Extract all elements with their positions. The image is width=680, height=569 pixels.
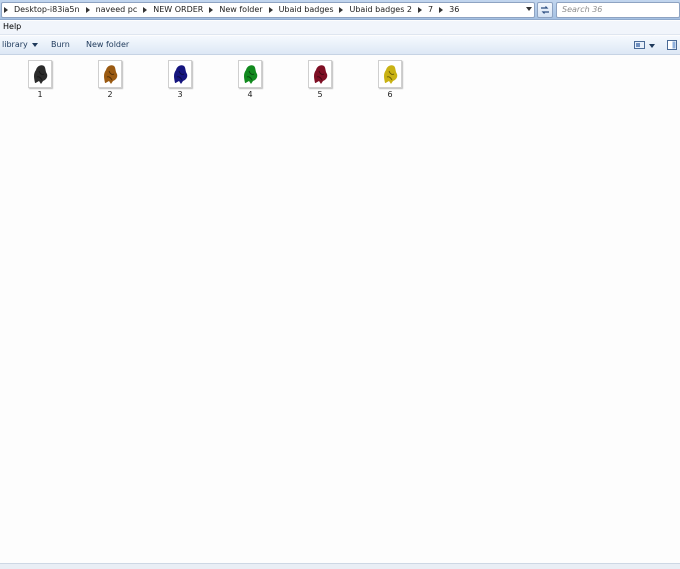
chevron-down-icon (31, 42, 38, 47)
breadcrumb-36[interactable]: 36 (445, 3, 463, 17)
search-input[interactable]: Search 36 (556, 2, 680, 18)
brown-badge-thumbnail-icon (104, 65, 118, 84)
badge-thumbnail (168, 60, 192, 88)
breadcrumb-chevron-icon[interactable] (337, 3, 345, 17)
file-name: 6 (387, 90, 393, 99)
breadcrumb-chevron-icon[interactable] (267, 3, 275, 17)
address-root-chevron-icon[interactable] (2, 3, 10, 17)
red-badge-thumbnail-icon (314, 65, 328, 84)
file-list[interactable]: 1 2 3 4 5 6 (0, 56, 680, 563)
command-bar: library Burn New folder (0, 36, 680, 55)
burn-button[interactable]: Burn (51, 40, 70, 49)
breadcrumb-ubaid-badges[interactable]: Ubaid badges (275, 3, 338, 17)
file-name: 5 (317, 90, 323, 99)
breadcrumb-chevron-icon[interactable] (84, 3, 92, 17)
address-history-dropdown-icon[interactable] (526, 7, 532, 11)
library-label: library (2, 40, 28, 49)
file-name: 4 (247, 90, 253, 99)
badge-thumbnail (98, 60, 122, 88)
refresh-icon (541, 6, 549, 14)
file-item[interactable]: 3 (160, 60, 200, 104)
breadcrumb-chevron-icon[interactable] (437, 3, 445, 17)
library-button[interactable]: library (2, 40, 38, 49)
badge-thumbnail (28, 60, 52, 88)
breadcrumb-naveed-pc[interactable]: naveed pc (92, 3, 142, 17)
breadcrumb-new-folder[interactable]: New folder (215, 3, 266, 17)
breadcrumb-chevron-icon[interactable] (416, 3, 424, 17)
badge-thumbnail (238, 60, 262, 88)
file-item[interactable]: 1 (20, 60, 60, 104)
breadcrumb-chevron-icon[interactable] (141, 3, 149, 17)
breadcrumb-new-order[interactable]: NEW ORDER (149, 3, 207, 17)
file-name: 3 (177, 90, 183, 99)
breadcrumb-chevron-icon[interactable] (207, 3, 215, 17)
change-view-icon[interactable] (634, 41, 645, 49)
green-badge-thumbnail-icon (244, 65, 258, 84)
file-item[interactable]: 2 (90, 60, 130, 104)
new-folder-button[interactable]: New folder (86, 40, 129, 49)
address-toolbar: Desktop-i83ia5n naveed pc NEW ORDER New … (0, 0, 680, 20)
yellow-badge-thumbnail-icon (384, 65, 398, 84)
file-item[interactable]: 5 (300, 60, 340, 104)
badge-thumbnail (308, 60, 332, 88)
breadcrumb-7[interactable]: 7 (424, 3, 437, 17)
refresh-button[interactable] (537, 2, 553, 18)
breadcrumb-ubaid-badges-2[interactable]: Ubaid badges 2 (345, 3, 416, 17)
address-bar[interactable]: Desktop-i83ia5n naveed pc NEW ORDER New … (1, 2, 535, 18)
view-options-chevron-icon[interactable] (649, 44, 655, 48)
breadcrumb-desktop[interactable]: Desktop-i83ia5n (10, 3, 84, 17)
black-badge-thumbnail-icon (34, 65, 48, 84)
file-name: 2 (107, 90, 113, 99)
menu-bar: Help (0, 21, 680, 35)
menu-help[interactable]: Help (3, 22, 21, 31)
preview-pane-icon[interactable] (667, 40, 677, 50)
badge-thumbnail (378, 60, 402, 88)
file-item[interactable]: 6 (370, 60, 410, 104)
file-item[interactable]: 4 (230, 60, 270, 104)
blue-badge-thumbnail-icon (174, 65, 188, 84)
file-name: 1 (37, 90, 43, 99)
status-bar (0, 563, 680, 569)
